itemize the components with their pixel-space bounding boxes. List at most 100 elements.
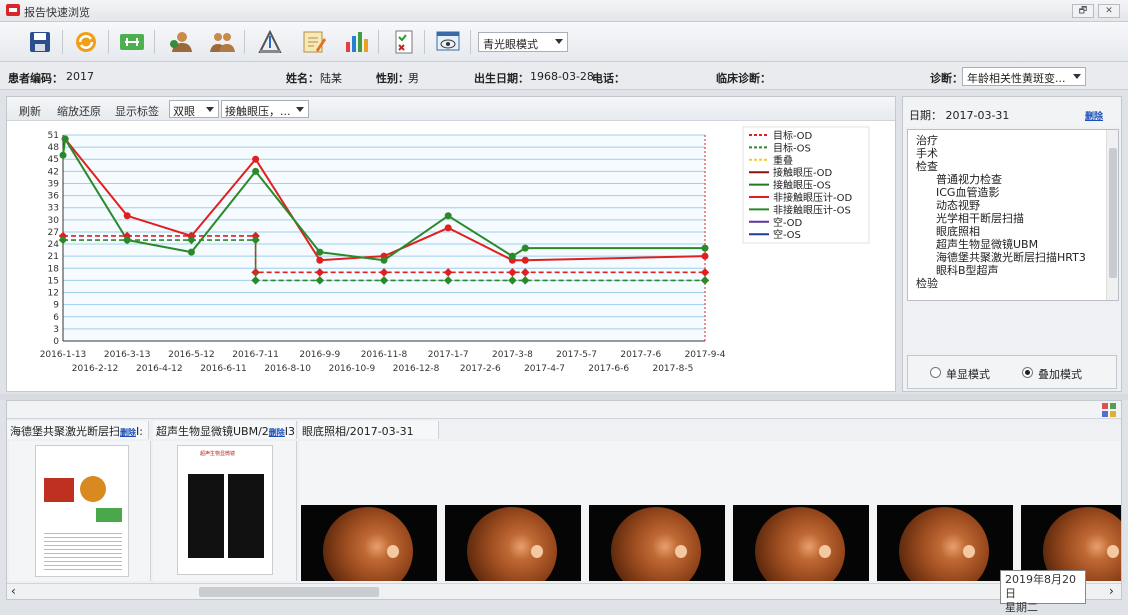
single-mode-label: 单显模式 xyxy=(946,368,990,381)
close-button[interactable]: ✕ xyxy=(1098,4,1120,18)
tooltip-date: 2019年8月20日 xyxy=(1005,573,1076,600)
data-point[interactable] xyxy=(316,248,324,256)
tree-item[interactable]: 检查 xyxy=(916,158,938,174)
data-point[interactable] xyxy=(508,252,516,260)
data-point[interactable] xyxy=(123,212,131,220)
compare-icon[interactable] xyxy=(118,28,146,56)
data-point[interactable] xyxy=(59,151,67,159)
tree-item[interactable]: 眼科B型超声 xyxy=(936,262,999,278)
x-tick-label: 2016-8-10 xyxy=(264,364,311,374)
data-point[interactable] xyxy=(701,252,709,260)
measure-icon[interactable] xyxy=(256,28,284,56)
delete-link[interactable]: 删除 xyxy=(1085,109,1103,122)
diagnosis-select[interactable]: 年龄相关性黄斑变... xyxy=(962,67,1086,86)
tree-scrollbar-thumb[interactable] xyxy=(1109,148,1117,278)
toolbar-separator xyxy=(154,30,155,54)
data-point[interactable] xyxy=(187,248,195,256)
legend-label: 目标-OS xyxy=(773,142,811,154)
data-point[interactable] xyxy=(444,224,452,232)
show-labels-button[interactable]: 显示标签 xyxy=(115,103,159,119)
eye-select-value: 双眼 xyxy=(173,105,195,118)
y-tick-label: 27 xyxy=(48,228,59,238)
thumbnail-scrollbar-thumb[interactable] xyxy=(199,587,379,597)
tab-ubm[interactable]: 超声生物显微镜UBM/2删除I3 xyxy=(153,421,297,439)
legend-label: 空-OD xyxy=(773,216,802,229)
tree-scrollbar[interactable] xyxy=(1106,130,1118,300)
ubm-scan-grid xyxy=(188,474,264,558)
overlay-mode-label: 叠加模式 xyxy=(1038,368,1082,381)
legend-label: 空-OS xyxy=(773,228,801,241)
thumbnail-toolbar xyxy=(7,401,1121,419)
view-icon[interactable] xyxy=(434,28,462,56)
user-icon[interactable] xyxy=(166,28,194,56)
scroll-right-arrow[interactable]: › xyxy=(1109,584,1114,598)
scroll-left-arrow[interactable]: ‹ xyxy=(11,584,16,598)
patient-id-label: 患者编码： xyxy=(8,72,63,85)
data-point[interactable] xyxy=(701,244,709,252)
restore-button[interactable]: 🗗 xyxy=(1072,4,1094,18)
fundus-photo-thumbnail[interactable] xyxy=(877,505,1013,581)
data-point[interactable] xyxy=(252,167,260,175)
sex-value: 男 xyxy=(408,72,419,85)
data-point[interactable] xyxy=(61,135,69,143)
ubm-report-thumbnail[interactable]: 超声生物显微镜 xyxy=(177,445,273,575)
save-icon[interactable] xyxy=(26,28,54,56)
window-title: 报告快速浏览 xyxy=(24,6,90,19)
refresh-icon[interactable] xyxy=(72,28,100,56)
data-point[interactable] xyxy=(521,244,529,252)
fundus-photo-thumbnail[interactable] xyxy=(445,505,581,581)
group-icon[interactable] xyxy=(208,28,236,56)
data-point[interactable] xyxy=(316,256,324,264)
bar-chart-icon[interactable] xyxy=(342,28,370,56)
x-tick-label: 2016-6-11 xyxy=(200,364,247,374)
y-tick-label: 45 xyxy=(48,155,59,165)
overlay-mode-radio[interactable] xyxy=(1022,367,1033,378)
main-toolbar: 青光眼模式 xyxy=(0,22,1128,62)
tab-hrt3-delete[interactable]: 删除 xyxy=(120,428,136,437)
y-tick-label: 15 xyxy=(48,276,59,286)
plot-area xyxy=(63,135,705,341)
chevron-down-icon xyxy=(296,107,304,112)
tree-item[interactable]: 检验 xyxy=(916,275,938,291)
edit-icon[interactable] xyxy=(300,28,328,56)
fundus-photo-thumbnail[interactable] xyxy=(733,505,869,581)
layout-icon[interactable] xyxy=(1101,402,1117,418)
data-point[interactable] xyxy=(380,256,388,264)
tab-ubm-delete[interactable]: 删除 xyxy=(269,428,285,437)
legend-label: 重叠 xyxy=(773,154,793,167)
report-icon[interactable] xyxy=(390,28,418,56)
x-tick-label: 2016-7-11 xyxy=(232,350,279,360)
series-select[interactable]: 接触眼压，... xyxy=(221,100,309,118)
data-point[interactable] xyxy=(444,212,452,220)
x-tick-label: 2017-3-8 xyxy=(492,350,533,360)
refresh-button[interactable]: 刷新 xyxy=(19,103,41,119)
tab-hrt3-label: 海德堡共聚激光断层扫 xyxy=(10,425,120,438)
hrt3-report-thumbnail[interactable] xyxy=(35,445,129,577)
legend-label: 目标-OD xyxy=(773,130,812,142)
optic-disc xyxy=(531,545,543,558)
ubm-panel: 超声生物显微镜 xyxy=(153,441,297,581)
single-mode-radio[interactable] xyxy=(930,367,941,378)
reset-zoom-button[interactable]: 缩放还原 xyxy=(57,103,101,119)
legend-label: 非接触眼压计-OD xyxy=(773,191,852,204)
chevron-down-icon xyxy=(1073,74,1081,79)
fundus-image xyxy=(755,507,845,581)
y-tick-label: 3 xyxy=(53,325,59,335)
tab-fundus[interactable]: 眼底照相/2017-03-31 xyxy=(299,421,439,439)
fundus-photo-thumbnail[interactable] xyxy=(589,505,725,581)
y-tick-label: 30 xyxy=(48,216,60,226)
fundus-photo-thumbnail[interactable] xyxy=(301,505,437,581)
thumbnail-scrollbar[interactable]: ‹ › xyxy=(7,583,1121,599)
thumbnail-pane: 海德堡共聚激光断层扫删除I: 超声生物显微镜UBM/2删除I3 眼底照相/201… xyxy=(6,400,1122,600)
fundus-image xyxy=(611,507,701,581)
toolbar-separator xyxy=(244,30,245,54)
x-tick-label: 2017-8-5 xyxy=(652,364,693,374)
mode-select[interactable]: 青光眼模式 xyxy=(478,32,568,52)
tab-hrt3[interactable]: 海德堡共聚激光断层扫删除I: xyxy=(7,421,149,439)
data-point[interactable] xyxy=(521,256,529,264)
fundus-image xyxy=(467,507,557,581)
iop-line-chart[interactable]: 036912151821242730333639424548512016-1-1… xyxy=(7,121,895,391)
data-point[interactable] xyxy=(252,155,260,163)
eye-select[interactable]: 双眼 xyxy=(169,100,219,118)
dob-value: 1968-03-28 xyxy=(530,70,594,83)
